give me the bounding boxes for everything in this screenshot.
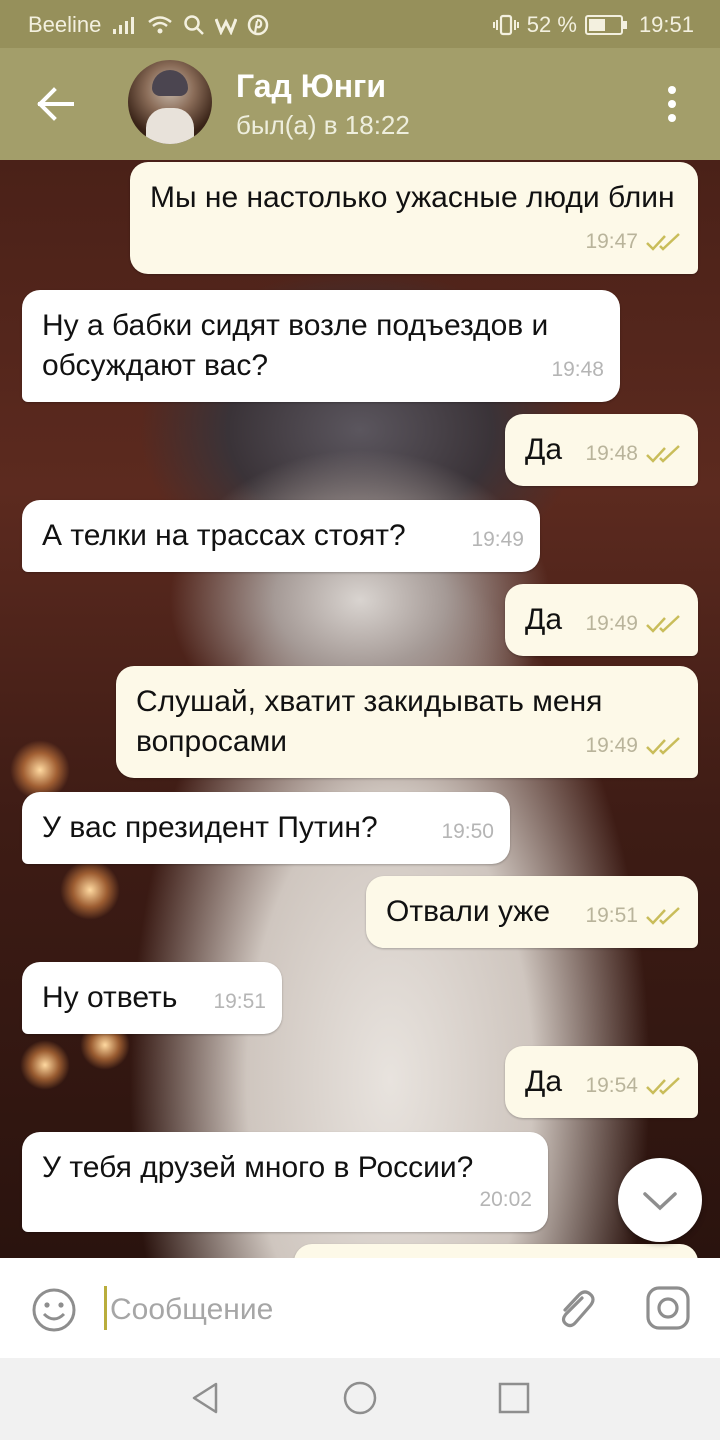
scroll-to-bottom-button[interactable] — [618, 1158, 702, 1242]
message-meta: 19:54 — [585, 1066, 682, 1106]
search-icon — [184, 15, 205, 35]
read-ticks-icon — [646, 737, 680, 755]
message-meta: 19:51 — [213, 982, 266, 1022]
status-time: 19:51 — [638, 12, 694, 37]
message-bubble-outgoing[interactable]: Слушай, хватит закидывать меня вопросами… — [116, 666, 698, 778]
paperclip-icon[interactable] — [552, 1284, 600, 1332]
message-meta: 19:49 — [585, 726, 682, 766]
message-bubble-outgoing-partial[interactable] — [294, 1244, 698, 1258]
read-ticks-icon — [646, 233, 680, 251]
carrier-label: Beeline — [28, 12, 102, 37]
message-text: У тебя друзей много в России? — [42, 1151, 474, 1184]
background-light — [10, 740, 70, 800]
chat-header: Гад Юнги был(а) в 18:22 — [0, 48, 720, 160]
message-meta: 19:51 — [585, 896, 682, 936]
message-meta: 19:49 — [585, 604, 682, 644]
message-time: 19:48 — [551, 358, 604, 381]
status-left: Beeline — [28, 12, 269, 38]
message-bubble-outgoing[interactable]: Да 19:48 — [505, 414, 698, 486]
system-navigation-bar — [0, 1358, 720, 1440]
read-ticks-icon — [646, 445, 680, 463]
message-time: 19:48 — [585, 442, 638, 465]
battery-percent: 52 % — [526, 12, 577, 37]
vibrate-icon — [492, 14, 519, 36]
message-text: Ну а бабки сидят возле подъездов и обсуж… — [42, 309, 549, 382]
message-time: 19:54 — [585, 1074, 638, 1097]
message-time: 19:51 — [213, 990, 266, 1013]
emoji-icon[interactable] — [30, 1286, 78, 1334]
chevron-down-icon — [643, 1192, 677, 1211]
battery-icon — [584, 15, 627, 35]
message-meta: 20:02 — [479, 1180, 532, 1220]
nav-back-icon[interactable] — [188, 1380, 224, 1416]
message-time: 19:51 — [585, 904, 638, 927]
message-text: А телки на трассах стоят? — [42, 519, 406, 552]
contact-name[interactable]: Гад Юнги — [236, 68, 386, 105]
message-meta: 19:47 — [585, 222, 682, 262]
avatar[interactable] — [128, 60, 212, 144]
read-ticks-icon — [646, 907, 680, 925]
message-text: Мы не настолько ужасные люди блин — [150, 181, 675, 214]
message-meta: 19:49 — [471, 520, 524, 560]
message-bubble-incoming[interactable]: У тебя друзей много в России? 20:02 — [22, 1132, 548, 1232]
message-time: 19:50 — [441, 820, 494, 843]
read-ticks-icon — [646, 615, 680, 633]
wifi-icon — [148, 16, 173, 34]
w-app-icon — [215, 18, 238, 35]
contact-status: был(а) в 18:22 — [236, 110, 410, 140]
background-light — [20, 1040, 70, 1090]
nav-home-icon[interactable] — [342, 1380, 378, 1416]
back-arrow-icon[interactable] — [34, 84, 78, 124]
signal-icon — [113, 17, 135, 34]
message-bubble-incoming[interactable]: А телки на трассах стоят? 19:49 — [22, 500, 540, 572]
message-bubble-outgoing[interactable]: Мы не настолько ужасные люди блин 19:47 — [130, 162, 698, 274]
message-time: 20:02 — [479, 1188, 532, 1211]
camera-icon[interactable] — [644, 1284, 692, 1332]
message-time: 19:49 — [585, 734, 638, 757]
message-bubble-incoming[interactable]: У вас президент Путин? 19:50 — [22, 792, 510, 864]
message-bubble-incoming[interactable]: Ну а бабки сидят возле подъездов и обсуж… — [22, 290, 620, 402]
message-meta: 19:50 — [441, 812, 494, 852]
background-light — [60, 860, 120, 920]
pinterest-icon — [248, 14, 269, 36]
message-bubble-outgoing[interactable]: Да 19:54 — [505, 1046, 698, 1118]
message-meta: 19:48 — [551, 350, 604, 390]
chat-area[interactable]: Мы не настолько ужасные люди блин 19:47 … — [0, 160, 720, 1258]
message-meta: 19:48 — [585, 434, 682, 474]
read-ticks-icon — [646, 1077, 680, 1095]
status-bar: Beeline 52 % 19:51 — [0, 0, 720, 48]
nav-recent-apps-icon[interactable] — [496, 1380, 532, 1416]
message-bubble-outgoing[interactable]: Отвали уже 19:51 — [366, 876, 698, 948]
status-right: 52 % 19:51 — [492, 12, 694, 38]
message-bubble-incoming[interactable]: Ну ответь 19:51 — [22, 962, 282, 1034]
message-time: 19:47 — [585, 230, 638, 253]
more-vert-icon[interactable] — [660, 84, 684, 124]
message-text: У вас президент Путин? — [42, 811, 378, 844]
message-time: 19:49 — [471, 528, 524, 551]
message-input-bar — [0, 1258, 720, 1358]
message-input[interactable] — [108, 1284, 532, 1336]
message-time: 19:49 — [585, 612, 638, 635]
text-cursor — [104, 1286, 107, 1330]
message-bubble-outgoing[interactable]: Да 19:49 — [505, 584, 698, 656]
